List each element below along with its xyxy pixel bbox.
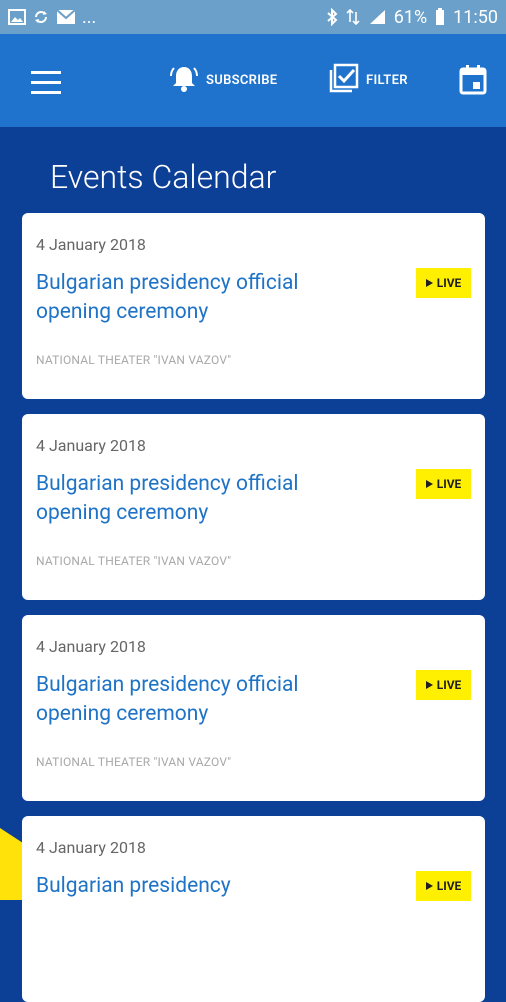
event-title[interactable]: Bulgarian presidency official opening ce…: [36, 671, 356, 729]
status-bar: ... 61% 11:50: [0, 0, 506, 34]
event-venue: NATIONAL THEATER "IVAN VAZOV": [36, 755, 232, 769]
live-badge[interactable]: LIVE: [416, 670, 471, 700]
menu-icon-line: [31, 90, 61, 94]
filter-label: FILTER: [366, 72, 408, 88]
battery-icon: [435, 8, 445, 26]
app-bar: SUBSCRIBE FILTER: [0, 34, 506, 127]
event-title[interactable]: Bulgarian presidency: [36, 872, 356, 901]
play-icon: [425, 480, 433, 488]
menu-icon-line: [31, 70, 61, 74]
event-card[interactable]: 4 January 2018 Bulgarian presidency offi…: [22, 414, 485, 600]
subscribe-label: SUBSCRIBE: [206, 72, 278, 88]
live-label: LIVE: [436, 276, 462, 290]
menu-icon-line: [31, 80, 61, 84]
live-label: LIVE: [436, 678, 462, 692]
filter-button[interactable]: FILTER: [328, 62, 408, 98]
subscribe-button[interactable]: SUBSCRIBE: [168, 62, 277, 98]
more-notifications: ...: [82, 6, 97, 28]
event-date: 4 January 2018: [36, 235, 146, 254]
mail-icon: [56, 9, 76, 25]
gallery-icon: [8, 9, 26, 25]
event-venue: NATIONAL THEATER "IVAN VAZOV": [36, 554, 232, 568]
clock: 11:50: [453, 6, 498, 28]
data-transfer-icon: [346, 8, 360, 26]
event-title[interactable]: Bulgarian presidency official opening ce…: [36, 269, 356, 327]
event-date: 4 January 2018: [36, 436, 146, 455]
event-date: 4 January 2018: [36, 838, 146, 857]
event-card[interactable]: 4 January 2018 Bulgarian presidency offi…: [22, 213, 485, 399]
play-icon: [425, 279, 433, 287]
live-label: LIVE: [436, 879, 462, 893]
bluetooth-icon: [326, 8, 338, 26]
page-title: Events Calendar: [50, 158, 277, 196]
filter-check-icon: [328, 62, 360, 98]
event-card[interactable]: 4 January 2018 Bulgarian presidency offi…: [22, 615, 485, 801]
calendar-icon: [458, 64, 488, 100]
decorative-flag-accent: [0, 828, 22, 900]
bell-icon: [168, 62, 200, 98]
live-badge[interactable]: LIVE: [416, 871, 471, 901]
event-venue: NATIONAL THEATER "IVAN VAZOV": [36, 353, 232, 367]
event-card[interactable]: 4 January 2018 Bulgarian presidency LIVE: [22, 816, 485, 1002]
event-date: 4 January 2018: [36, 637, 146, 656]
battery-percent: 61%: [393, 6, 428, 28]
sync-icon: [32, 8, 50, 26]
live-badge[interactable]: LIVE: [416, 469, 471, 499]
play-icon: [425, 681, 433, 689]
calendar-button[interactable]: [458, 64, 488, 100]
menu-button[interactable]: [26, 64, 66, 100]
live-label: LIVE: [436, 477, 462, 491]
live-badge[interactable]: LIVE: [416, 268, 471, 298]
signal-icon: [368, 9, 386, 25]
play-icon: [425, 882, 433, 890]
event-title[interactable]: Bulgarian presidency official opening ce…: [36, 470, 356, 528]
